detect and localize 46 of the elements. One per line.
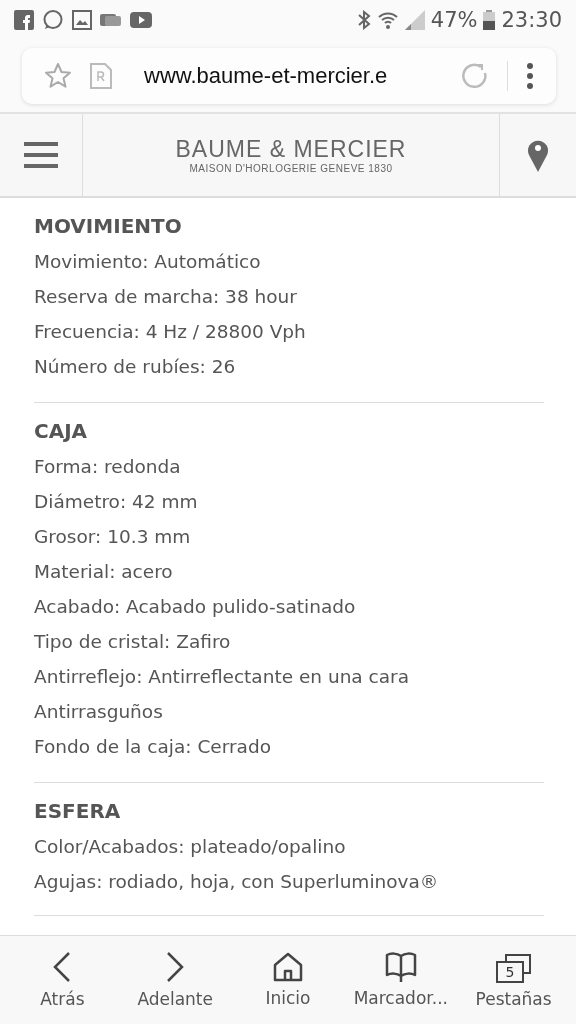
battery-percent: 47% <box>430 8 478 32</box>
spec-line: Reserva de marcha: 38 hour <box>34 285 298 309</box>
section-heading: MOVIMIENTO <box>34 213 183 240</box>
spec-line: Acabado: Acabado pulido-satinado <box>34 595 357 619</box>
spec-line: Tipo de cristal: Zafiro <box>34 630 232 654</box>
spec-line: Frecuencia: 4 Hz / 28800 Vph <box>34 320 307 344</box>
url-text: www.baume-et-mercier.e <box>144 63 389 89</box>
spec-line: Forma: redonda <box>34 455 182 479</box>
back-icon <box>52 951 73 983</box>
address-bar[interactable]: www.baume-et-mercier.e <box>22 48 556 104</box>
spec-line: Grosor: 10.3 mm <box>34 525 192 549</box>
cards-icon <box>100 11 122 29</box>
battery-icon <box>483 10 496 30</box>
spec-line: Color/Acabados: plateado/opalino <box>34 835 347 859</box>
chat-icon <box>42 9 64 31</box>
spec-line: Agujas: rodiado, hoja, con Superluminova® <box>34 870 440 894</box>
spec-line: Fondo de la caja: Cerrado <box>34 735 272 759</box>
section-heading: ESFERA <box>34 798 122 825</box>
facebook-icon <box>14 10 34 30</box>
menu-icon[interactable] <box>24 142 58 168</box>
nav-button[interactable]: Atrás <box>6 936 119 1024</box>
image-icon <box>72 10 92 30</box>
spec-line: Antirreflejo: Antirreflectante en una cara <box>34 665 411 689</box>
signal-icon <box>404 10 425 30</box>
brand-logo-text[interactable]: BAUME & MERCIER <box>175 136 407 163</box>
more-icon[interactable] <box>526 63 534 89</box>
clock: 23:30 <box>501 8 562 32</box>
location-pin-icon[interactable] <box>527 138 549 172</box>
forward-icon <box>165 951 186 983</box>
star-icon[interactable] <box>44 62 72 90</box>
nav-button[interactable]: 5 Pestañas <box>457 936 570 1024</box>
section-heading: CAJA <box>34 418 89 445</box>
nav-button[interactable]: Adelante <box>118 936 232 1024</box>
wifi-icon <box>376 10 399 30</box>
spec-line: Número de rubíes: 26 <box>34 355 237 379</box>
spec-line: Antirrasguños <box>34 700 164 724</box>
home-icon <box>273 952 303 982</box>
spec-line: Material: acero <box>34 560 174 584</box>
bluetooth-icon <box>356 10 371 30</box>
spec-line: Diámetro: 42 mm <box>34 490 199 514</box>
book-icon <box>384 952 417 982</box>
nav-button[interactable]: Marcador... <box>344 936 458 1024</box>
spec-line: Movimiento: Automático <box>34 250 262 274</box>
nav-button[interactable]: Inicio <box>231 936 345 1024</box>
video-icon <box>130 12 152 28</box>
brand-tagline: MAISON D'HORLOGERIE GENEVE 1830 <box>189 163 393 174</box>
